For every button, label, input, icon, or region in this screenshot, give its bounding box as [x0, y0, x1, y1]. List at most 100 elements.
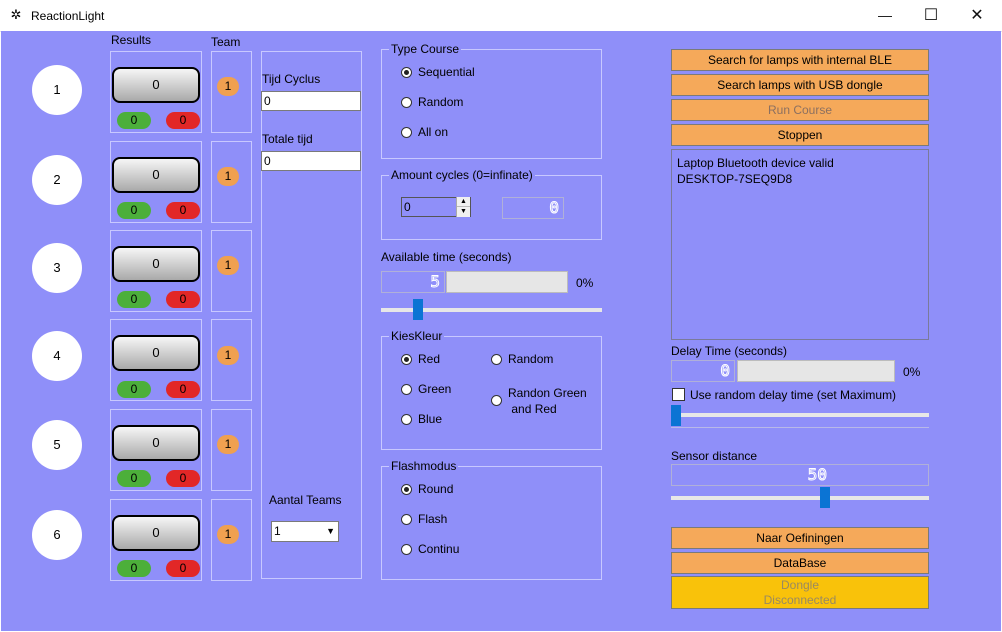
course-option-all-on[interactable]: All on — [401, 125, 448, 141]
teams-label: Aantal Teams — [269, 493, 342, 507]
log-line: DESKTOP-7SEQ9D8 — [677, 172, 793, 186]
maximize-button[interactable]: ☐ — [908, 0, 954, 31]
random-delay-label: Use random delay time (set Maximum) — [690, 388, 897, 402]
database-button[interactable]: DataBase — [671, 552, 929, 574]
team-header: Team — [211, 35, 241, 49]
available-time-progress — [446, 271, 568, 293]
course-option-sequential[interactable]: Sequential — [401, 65, 475, 81]
radio-icon — [401, 514, 412, 525]
option-label: Sequential — [418, 65, 475, 79]
lane-score-button[interactable]: 0 — [112, 67, 200, 103]
color-option-random[interactable]: Random — [491, 352, 553, 368]
dongle-status-button[interactable]: Dongle Disconnected — [671, 576, 929, 609]
radio-icon — [491, 395, 502, 406]
cycles-stepper[interactable]: 0 ▲ ▼ — [401, 197, 471, 217]
option-label: Continu — [418, 542, 460, 556]
run-course-button[interactable]: Run Course — [671, 99, 929, 121]
lane-green-count: 0 — [117, 470, 151, 487]
course-title: Type Course — [389, 42, 462, 56]
delay-slider-track[interactable] — [671, 413, 929, 417]
log-line: Laptop Bluetooth device valid — [677, 156, 834, 170]
lane-team-badge: 1 — [217, 77, 239, 96]
dongle-status-line1: Dongle — [780, 578, 820, 592]
chevron-down-icon: ▼ — [326, 526, 335, 536]
available-time-label: Available time (seconds) — [381, 250, 512, 264]
stop-button[interactable]: Stoppen — [671, 124, 929, 146]
exercises-button[interactable]: Naar Oefiningen — [671, 527, 929, 549]
option-label-line2: and Red — [511, 402, 557, 416]
sensor-slider-track[interactable] — [671, 496, 929, 500]
lane-score-button[interactable]: 0 — [112, 335, 200, 371]
lane-red-count: 0 — [166, 112, 200, 129]
radio-selected-icon — [401, 484, 412, 495]
app-icon: ✲ — [10, 7, 22, 22]
color-option-blue[interactable]: Blue — [401, 412, 442, 428]
title-bar: ✲ ReactionLight — ☐ ✕ — [0, 0, 1002, 32]
lane-team-badge: 1 — [217, 256, 239, 275]
course-option-random[interactable]: Random — [401, 95, 463, 111]
down-arrow-icon[interactable]: ▼ — [457, 207, 470, 216]
lane-score-button[interactable]: 0 — [112, 425, 200, 461]
option-label: Random — [418, 95, 464, 109]
lane-number: 4 — [32, 331, 82, 381]
available-time-slider-thumb[interactable] — [412, 299, 423, 320]
lane-red-count: 0 — [166, 291, 200, 308]
lane-number: 1 — [32, 65, 82, 115]
option-label: Flash — [418, 512, 448, 526]
option-label: Red — [418, 352, 441, 366]
flash-option-flash[interactable]: Flash — [401, 512, 447, 528]
delay-slider-thumb[interactable] — [671, 405, 681, 426]
option-label: Round — [418, 482, 454, 496]
lane-number: 2 — [32, 155, 82, 205]
lane-red-count: 0 — [166, 560, 200, 577]
lane-red-count: 0 — [166, 470, 200, 487]
color-option-red[interactable]: Red — [401, 352, 440, 368]
teams-select[interactable]: 1 ▼ — [271, 521, 339, 542]
radio-icon — [491, 354, 502, 365]
lane-score-button[interactable]: 0 — [112, 246, 200, 282]
lane-number: 3 — [32, 243, 82, 293]
option-label: Green — [418, 382, 452, 396]
lane-score-button[interactable]: 0 — [112, 515, 200, 551]
cycles-value: 0 — [404, 200, 411, 214]
color-option-random-green-red[interactable]: Randon Green and Red — [491, 385, 587, 416]
radio-icon — [401, 97, 412, 108]
cycles-display: 0 — [502, 197, 564, 219]
option-label: Randon Green — [508, 386, 587, 400]
random-delay-checkbox[interactable]: Use random delay time (set Maximum) — [672, 388, 896, 402]
lane-team-badge: 1 — [217, 167, 239, 186]
lane-number: 6 — [32, 510, 82, 560]
window-title: ReactionLight — [31, 9, 105, 23]
cycles-title: Amount cycles (0=infinate) — [389, 168, 535, 182]
main-panel: Results Team 1 0 0 0 1 2 0 0 0 1 3 0 0 0… — [1, 31, 1001, 631]
checkbox-icon — [672, 388, 685, 401]
minimize-button[interactable]: — — [862, 0, 908, 31]
search-ble-button[interactable]: Search for lamps with internal BLE — [671, 49, 929, 71]
divider — [671, 427, 929, 428]
lane-green-count: 0 — [117, 202, 151, 219]
results-header: Results — [111, 33, 152, 47]
log-box[interactable]: Laptop Bluetooth device valid DESKTOP-7S… — [671, 149, 929, 340]
lane-green-count: 0 — [117, 381, 151, 398]
flash-option-round[interactable]: Round — [401, 482, 453, 498]
color-option-green[interactable]: Green — [401, 382, 451, 398]
cycle-time-field[interactable]: 0 — [261, 91, 361, 111]
up-arrow-icon[interactable]: ▲ — [457, 197, 470, 207]
option-label: Random — [508, 352, 554, 366]
lane-red-count: 0 — [166, 381, 200, 398]
delay-time-progress — [737, 360, 895, 382]
lane-score-button[interactable]: 0 — [112, 157, 200, 193]
total-time-field[interactable]: 0 — [261, 151, 361, 171]
radio-selected-icon — [401, 354, 412, 365]
stepper-arrows[interactable]: ▲ ▼ — [456, 197, 470, 217]
radio-icon — [401, 384, 412, 395]
close-button[interactable]: ✕ — [954, 0, 1000, 31]
flash-option-continu[interactable]: Continu — [401, 542, 459, 558]
delay-time-label: Delay Time (seconds) — [671, 344, 788, 358]
search-usb-button[interactable]: Search lamps with USB dongle — [671, 74, 929, 96]
lane-green-count: 0 — [117, 112, 151, 129]
teams-select-value: 1 — [274, 524, 281, 538]
sensor-slider-thumb[interactable] — [819, 487, 830, 508]
radio-selected-icon — [401, 67, 412, 78]
lane-green-count: 0 — [117, 560, 151, 577]
